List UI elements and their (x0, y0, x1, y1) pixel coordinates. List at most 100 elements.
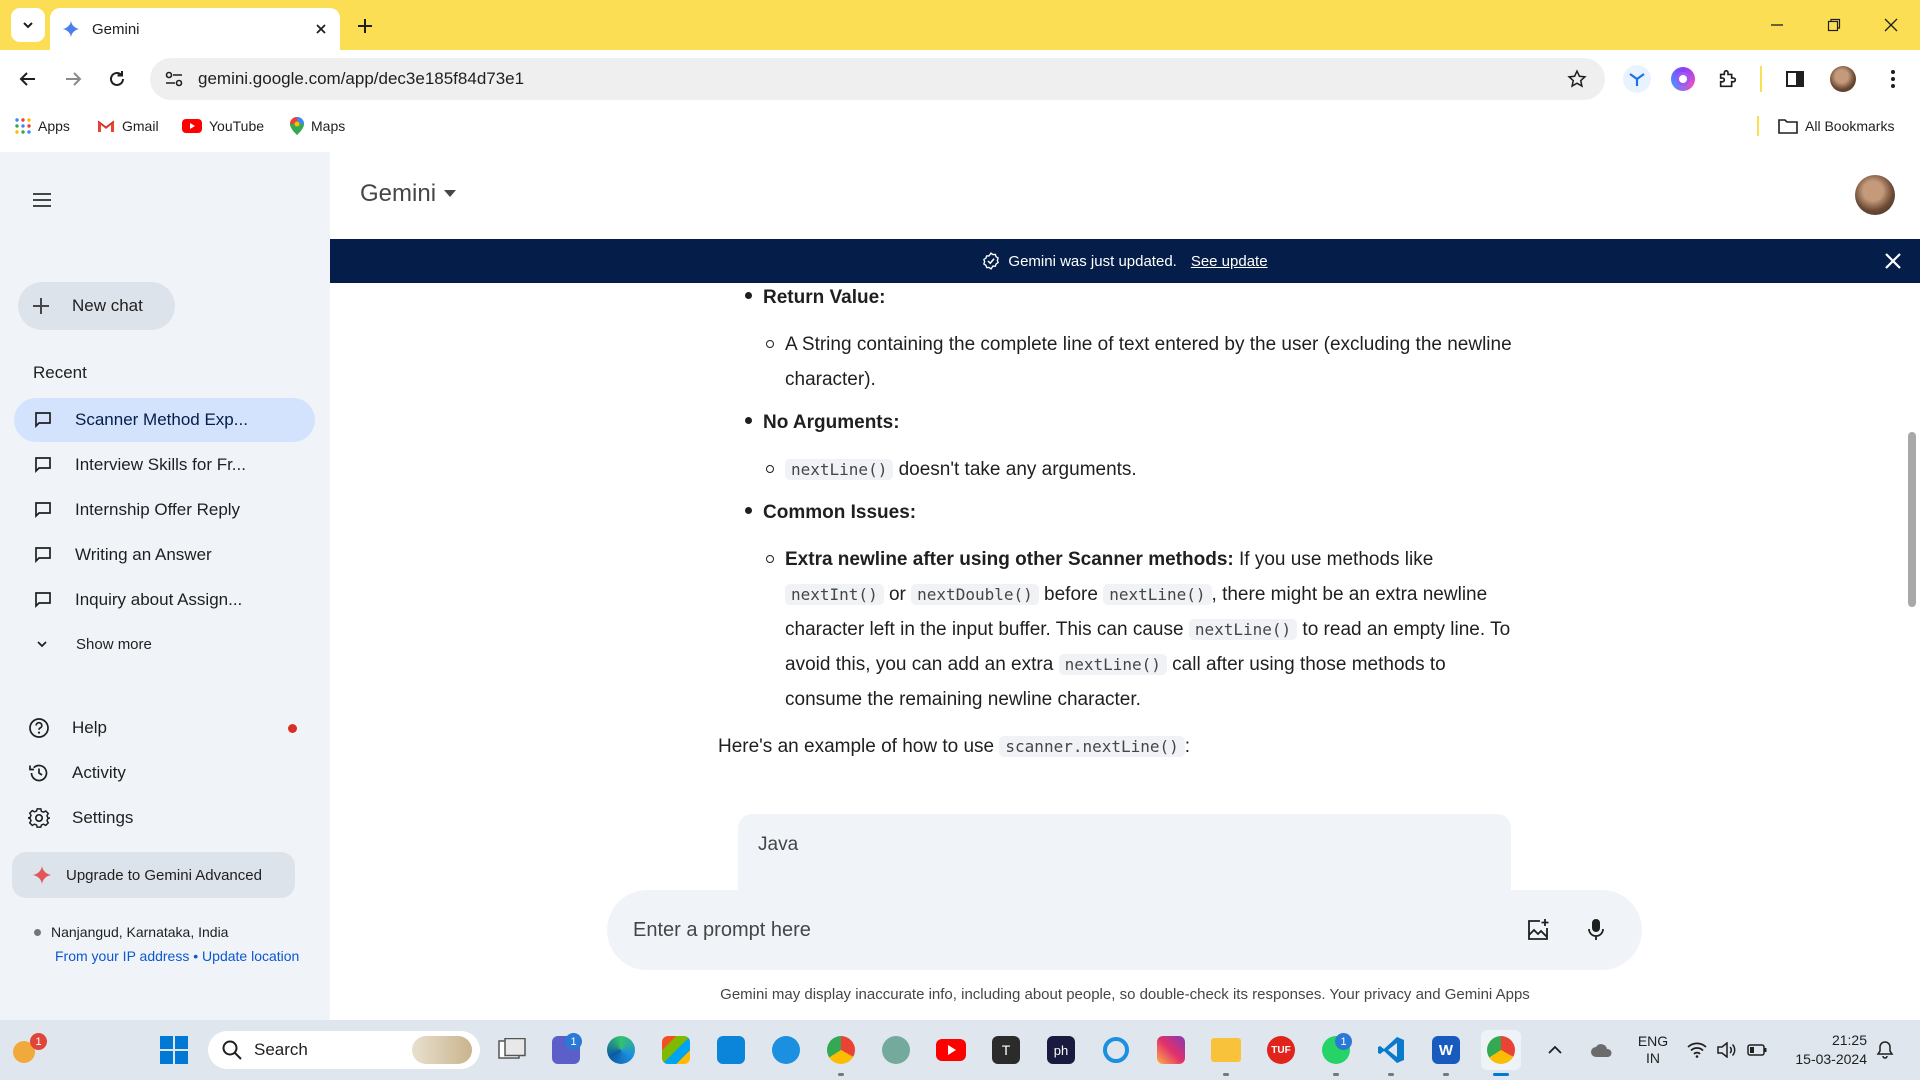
hp-app-button[interactable] (711, 1030, 751, 1070)
teams-button[interactable]: 1 (546, 1030, 586, 1070)
youtube-icon (936, 1039, 966, 1061)
browser-tab-gemini[interactable]: Gemini (50, 8, 340, 50)
notification-center-button[interactable] (1875, 1020, 1895, 1080)
ph-app-button[interactable]: ph (1041, 1030, 1081, 1070)
taskbar-search[interactable]: Search (208, 1031, 480, 1069)
new-tab-button[interactable] (352, 13, 378, 39)
upgrade-button[interactable]: Upgrade to Gemini Advanced (12, 852, 295, 898)
bookmark-apps[interactable]: Apps (15, 108, 70, 144)
minimize-icon (1771, 24, 1783, 26)
region-label: IN (1646, 1050, 1660, 1066)
bookmark-star-icon[interactable] (1567, 69, 1587, 89)
edge-button[interactable] (601, 1030, 641, 1070)
prompt-input[interactable] (633, 918, 1518, 942)
recent-chat-item[interactable]: Inquiry about Assign... (14, 578, 315, 622)
see-update-link[interactable]: See update (1191, 253, 1268, 270)
bookmark-maps[interactable]: Maps (290, 108, 345, 144)
inline-code: nextLine() (785, 459, 894, 480)
show-more-button[interactable]: Show more (36, 626, 152, 662)
recent-chat-label: Writing an Answer (75, 545, 212, 564)
language-indicator[interactable]: ENG IN (1634, 1020, 1672, 1080)
whatsapp-button[interactable]: 1 (1316, 1030, 1356, 1076)
sub-bullet (766, 555, 774, 563)
chrome-menu-button[interactable] (1878, 64, 1908, 94)
chrome-button[interactable] (1481, 1030, 1521, 1076)
back-button[interactable] (13, 64, 43, 94)
disclaimer-text: Gemini may display inaccurate info, incl… (720, 986, 1530, 1003)
address-bar[interactable]: gemini.google.com/app/dec3e185f84d73e1 (150, 58, 1605, 100)
recent-chat-item[interactable]: Interview Skills for Fr... (14, 443, 315, 487)
help-button[interactable]: Help (28, 710, 107, 746)
reload-button[interactable] (102, 64, 132, 94)
upload-image-button[interactable] (1518, 910, 1558, 950)
close-window-button[interactable] (1862, 0, 1920, 50)
forward-button[interactable] (58, 64, 88, 94)
extension-1-button[interactable] (1622, 64, 1652, 94)
return-value-heading: Return Value: (763, 287, 886, 308)
return-value-text: A String containing the complete line of… (785, 334, 1512, 390)
profile-button[interactable] (1828, 64, 1858, 94)
clock[interactable]: 21:25 15-03-2024 (1785, 1020, 1867, 1080)
file-explorer-button[interactable] (1206, 1030, 1246, 1076)
bell-icon (1876, 1041, 1894, 1059)
tab-search-button[interactable] (8, 8, 48, 42)
recent-chat-item[interactable]: Internship Offer Reply (14, 488, 315, 532)
chat-bubble-icon (35, 412, 51, 429)
inline-code: nextInt() (785, 584, 884, 605)
bookmark-youtube[interactable]: YouTube (182, 108, 264, 144)
activity-button[interactable]: Activity (28, 755, 126, 791)
instagram-button[interactable] (1151, 1030, 1191, 1070)
recent-chat-item[interactable]: Scanner Method Exp... (14, 398, 315, 442)
close-tab-icon[interactable] (314, 22, 328, 36)
add-image-icon (1528, 919, 1549, 940)
onedrive-button[interactable] (1590, 1020, 1614, 1080)
help-app-button[interactable] (766, 1030, 806, 1070)
side-panel-button[interactable] (1780, 64, 1810, 94)
account-avatar[interactable] (1855, 175, 1895, 215)
weather-widget[interactable]: 1 (8, 1030, 48, 1070)
brand-title: Gemini (360, 180, 437, 207)
cortana-button[interactable] (1096, 1030, 1136, 1070)
caret-down-icon (444, 190, 457, 197)
bookmark-gmail[interactable]: Gmail (97, 108, 159, 144)
system-tray-quick-settings[interactable] (1687, 1020, 1767, 1080)
scrollbar-thumb[interactable] (1908, 432, 1916, 607)
location-source-link[interactable]: From your IP address (55, 948, 189, 964)
bookmark-label: Gmail (122, 118, 159, 134)
update-location-link[interactable]: Update location (202, 948, 299, 964)
reload-icon (110, 71, 124, 86)
all-bookmarks-button[interactable]: All Bookmarks (1778, 108, 1894, 144)
extension-2-button[interactable] (1668, 64, 1698, 94)
recent-chat-item[interactable]: Writing an Answer (14, 533, 315, 577)
settings-button[interactable]: Settings (28, 800, 133, 836)
bookmarks-divider (1757, 116, 1759, 136)
verified-badge-icon (983, 252, 1000, 270)
start-button[interactable] (154, 1030, 194, 1070)
help-circle-icon (29, 718, 49, 738)
store-button[interactable] (656, 1030, 696, 1070)
vscode-button[interactable] (1371, 1030, 1411, 1076)
t-app-button[interactable]: T (986, 1030, 1026, 1070)
word-button[interactable]: W (1426, 1030, 1466, 1076)
new-chat-button[interactable]: New chat (18, 282, 175, 330)
chat-bubble-icon (35, 547, 51, 564)
minimize-button[interactable] (1748, 0, 1806, 50)
close-banner-button[interactable] (1884, 252, 1902, 270)
show-hidden-icons-button[interactable] (1548, 1020, 1562, 1080)
task-view-button[interactable] (492, 1030, 532, 1070)
folder-icon (1211, 1038, 1241, 1062)
tuf-app-button[interactable]: TUF (1261, 1030, 1301, 1070)
tuf-icon: TUF (1267, 1036, 1295, 1064)
main-menu-button[interactable] (28, 186, 56, 214)
youtube-app-button[interactable] (931, 1030, 971, 1070)
restore-button[interactable] (1805, 0, 1863, 50)
chatgpt-button[interactable] (876, 1030, 916, 1070)
voice-input-button[interactable] (1576, 910, 1616, 950)
prompt-bar (607, 890, 1642, 970)
extensions-button[interactable] (1713, 64, 1743, 94)
model-switcher[interactable]: Gemini (360, 180, 457, 208)
close-icon (1884, 18, 1898, 32)
battery-icon (1747, 1044, 1767, 1056)
upgrade-label: Upgrade to Gemini Advanced (66, 866, 262, 884)
chrome-profile-2-button[interactable] (821, 1030, 861, 1076)
